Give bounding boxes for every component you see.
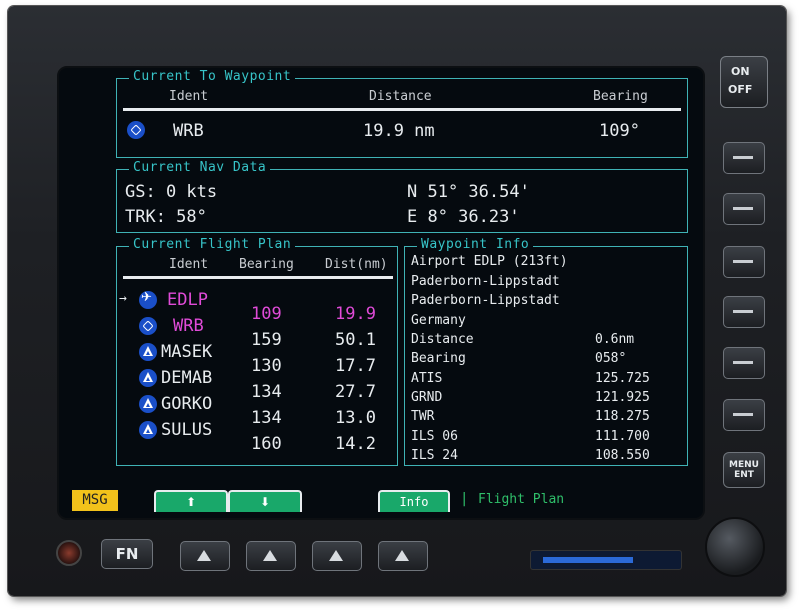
info-field-label: GRND (411, 390, 443, 405)
side-button-3[interactable] (723, 246, 765, 278)
msg-button[interactable]: MSG (72, 490, 118, 511)
intersection-icon (139, 395, 157, 413)
to-waypoint-ident: WRB (173, 121, 204, 141)
info-line: Airport EDLP (213ft) (411, 254, 568, 269)
info-field-label: ILS 24 (411, 448, 458, 463)
scroll-down-softkey[interactable]: ⬇ (228, 490, 302, 512)
fp-row-ident[interactable]: GORKO (161, 394, 212, 414)
waypoint-info-panel: Waypoint Info Airport EDLP (213ft) Pader… (404, 237, 688, 466)
fp-row-dist: 50.1 (335, 330, 376, 350)
intersection-icon (139, 369, 157, 387)
vor-icon (139, 317, 157, 335)
fp-col-ident: Ident (169, 257, 209, 272)
info-line: Paderborn-Lippstadt (411, 293, 560, 308)
col-bearing: Bearing (593, 89, 648, 104)
airport-icon (139, 290, 157, 309)
info-field-label: ILS 06 (411, 429, 458, 444)
fp-row-dist: 14.2 (335, 434, 376, 454)
latitude: N 51° 36.54' (407, 182, 530, 202)
fp-row-bearing: 109 (251, 304, 282, 324)
fp-row-ident[interactable]: DEMAB (161, 368, 212, 388)
rotary-knob[interactable] (705, 517, 765, 577)
info-line: Paderborn-Lippstadt (411, 274, 560, 289)
info-field-label: Distance (411, 332, 474, 347)
fp-row-dist: 13.0 (335, 408, 376, 428)
ground-speed: GS: 0 kts (125, 182, 218, 202)
menu-ent-button[interactable]: MENU ENT (723, 452, 765, 488)
side-button-1[interactable] (723, 142, 765, 174)
to-waypoint-panel: Current To Waypoint Ident Distance Beari… (116, 69, 688, 158)
fp-col-dist: Dist(nm) (325, 257, 388, 272)
sd-card-slot (530, 550, 682, 570)
header-rule (123, 108, 681, 111)
to-waypoint-title: Current To Waypoint (129, 69, 296, 84)
info-softkey[interactable]: Info (378, 490, 450, 512)
fp-row-dist: 17.7 (335, 356, 376, 376)
softkey-hardware-2[interactable] (246, 541, 296, 571)
info-field-label: TWR (411, 409, 435, 424)
col-distance: Distance (369, 89, 432, 104)
side-button-5[interactable] (723, 347, 765, 379)
info-field-label: ATIS (411, 371, 443, 386)
fn-label: FN (115, 545, 139, 563)
softkey-hardware-4[interactable] (378, 541, 428, 571)
softkey-hardware-3[interactable] (312, 541, 362, 571)
softkey-hardware-1[interactable] (180, 541, 230, 571)
fp-row-bearing: 159 (251, 330, 282, 350)
fp-row-bearing: 134 (251, 382, 282, 402)
info-field-value: 058° (595, 351, 627, 366)
down-arrow-icon: ⬇ (259, 495, 271, 509)
intersection-icon (139, 343, 157, 361)
waypoint-info-title: Waypoint Info (417, 237, 534, 252)
power-button[interactable]: ON OFF (720, 56, 768, 108)
power-off-label: OFF (728, 83, 753, 96)
info-field-value: 125.725 (595, 371, 650, 386)
page-label: Flight Plan (478, 492, 565, 507)
info-field-value: 111.700 (595, 429, 650, 444)
info-field-value: 108.550 (595, 448, 650, 463)
vor-icon (127, 121, 145, 139)
fp-row-bearing: 134 (251, 408, 282, 428)
info-field-value: 118.275 (595, 409, 650, 424)
fp-row-ident[interactable]: WRB (173, 316, 204, 336)
side-button-2[interactable] (723, 193, 765, 225)
fp-row-bearing: 160 (251, 434, 282, 454)
nav-data-panel: Current Nav Data GS: 0 kts TRK: 58° N 51… (116, 160, 688, 233)
nav-data-title: Current Nav Data (129, 160, 271, 175)
photo-sensor (56, 540, 82, 566)
fp-row-dist: 19.9 (335, 304, 376, 324)
power-on-label: ON (731, 65, 750, 78)
fp-row-ident[interactable]: EDLP (167, 290, 208, 310)
col-ident: Ident (169, 89, 209, 104)
info-field-label: Bearing (411, 351, 466, 366)
fp-row-dist: 27.7 (335, 382, 376, 402)
to-waypoint-bearing: 109° (599, 121, 640, 141)
softkey-separator: | (460, 491, 469, 507)
fp-header-rule (123, 276, 393, 279)
info-field-value: 121.925 (595, 390, 650, 405)
menu-label: MENU (729, 460, 759, 470)
fp-row-ident[interactable]: MASEK (161, 342, 212, 362)
to-waypoint-distance: 19.9 nm (363, 121, 435, 141)
fn-button[interactable]: FN (101, 539, 153, 569)
intersection-icon (139, 421, 157, 439)
longitude: E 8° 36.23' (407, 207, 520, 227)
flight-plan-panel: Current Flight Plan Ident Bearing Dist(n… (116, 237, 398, 466)
track: TRK: 58° (125, 207, 207, 227)
side-button-4[interactable] (723, 296, 765, 328)
info-field-value: 0.6nm (595, 332, 635, 347)
up-arrow-icon: ⬆ (185, 495, 197, 509)
fp-row-ident[interactable]: SULUS (161, 420, 212, 440)
fp-current-arrow: → (119, 291, 127, 306)
ent-label: ENT (734, 470, 754, 480)
info-line: Germany (411, 313, 466, 328)
fp-col-bearing: Bearing (239, 257, 294, 272)
side-button-6[interactable] (723, 399, 765, 431)
scroll-up-softkey[interactable]: ⬆ (154, 490, 228, 512)
flight-plan-title: Current Flight Plan (129, 237, 296, 252)
fp-row-bearing: 130 (251, 356, 282, 376)
